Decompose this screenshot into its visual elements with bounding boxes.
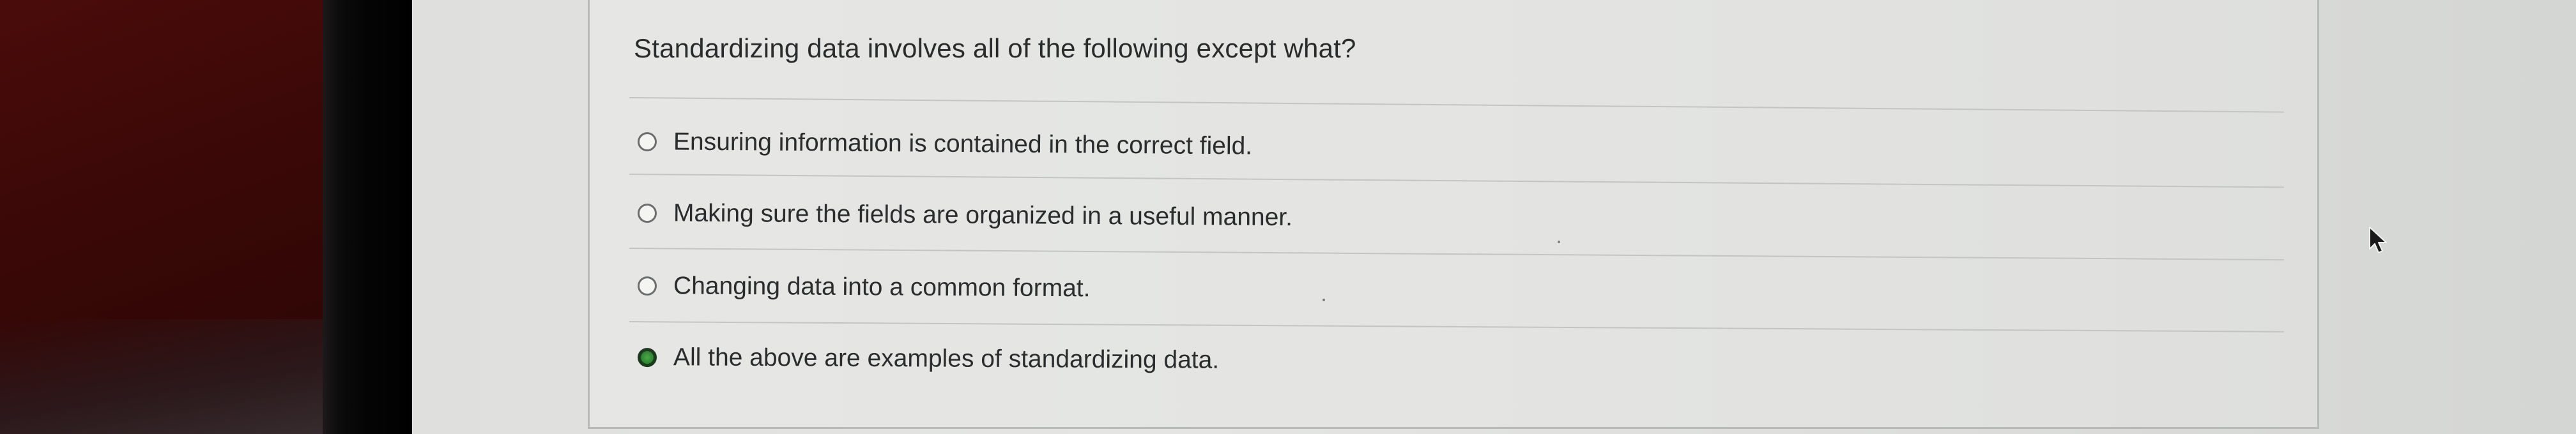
mouse-pointer-icon	[2369, 227, 2387, 253]
answer-option-4[interactable]: All the above are examples of standardiz…	[637, 338, 1220, 380]
monitor-bezel	[323, 0, 412, 434]
answer-option-label: Making sure the fields are organized in …	[673, 199, 1293, 232]
answer-option-3[interactable]: Changing data into a common format.	[637, 267, 1091, 308]
answer-option-label: All the above are examples of standardiz…	[673, 343, 1220, 374]
answer-option-label: Changing data into a common format.	[673, 272, 1091, 303]
answer-option-1[interactable]: Ensuring information is contained in the…	[637, 123, 1253, 166]
radio-button-icon[interactable]	[637, 132, 657, 152]
question-text: Standardizing data involves all of the f…	[634, 33, 1356, 63]
radio-button-icon[interactable]	[637, 276, 657, 296]
radio-button-icon[interactable]	[637, 204, 657, 223]
answer-option-label: Ensuring information is contained in the…	[673, 128, 1253, 160]
answer-option-2[interactable]: Making sure the fields are organized in …	[637, 194, 1293, 237]
screen-speck	[1558, 241, 1560, 243]
screen-speck	[1322, 299, 1325, 301]
background-surface	[0, 0, 332, 434]
radio-button-selected-icon[interactable]	[637, 348, 657, 368]
